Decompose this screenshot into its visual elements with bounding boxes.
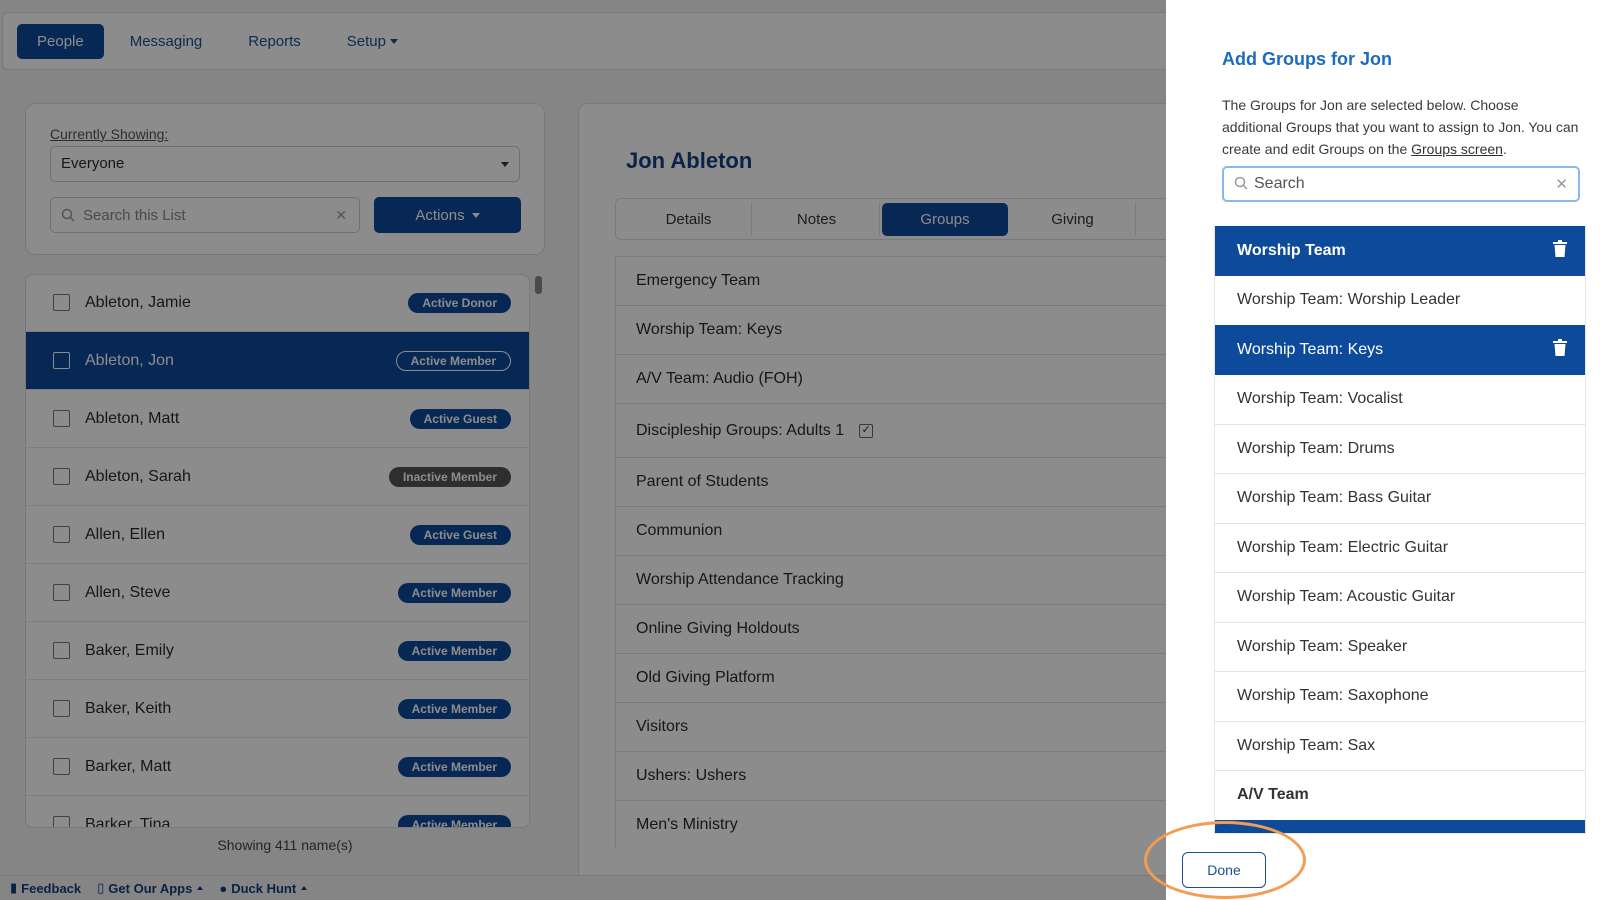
done-button[interactable]: Done [1182,852,1266,888]
group-option-label: Worship Team [1237,242,1346,259]
group-search-input[interactable]: Search ✕ [1222,166,1580,202]
add-groups-panel: Add Groups for Jon The Groups for Jon ar… [1166,0,1600,900]
group-option-label: Worship Team: Speaker [1237,637,1408,655]
group-option-label: Worship Team: Bass Guitar [1237,489,1432,506]
group-option[interactable]: Worship Team: Bass Guitar [1215,474,1585,524]
group-option-label: A/V Team [1237,786,1309,803]
group-option[interactable]: Worship Team: Keys [1215,325,1585,375]
group-option[interactable]: A/V Team [1215,771,1585,821]
group-search-placeholder: Search [1254,175,1305,192]
group-option[interactable]: Worship Team [1215,226,1585,276]
group-option-label: Worship Team: Worship Leader [1237,291,1461,308]
group-option[interactable] [1215,820,1585,833]
panel-description: The Groups for Jon are selected below. C… [1222,94,1582,160]
clear-icon[interactable]: ✕ [1555,175,1568,193]
group-select-list: Worship Team Worship Team: Worship Leader… [1214,226,1586,834]
group-option[interactable]: Worship Team: Drums [1215,424,1585,474]
search-icon [1234,176,1248,190]
groups-screen-link[interactable]: Groups screen [1411,141,1503,157]
group-option-label: Worship Team: Electric Guitar [1237,538,1449,556]
group-option-label: Worship Team: Keys [1237,341,1384,358]
group-option[interactable]: Worship Team: Speaker [1215,622,1585,672]
trash-icon[interactable] [1553,240,1567,257]
group-option[interactable]: Worship Team: Worship Leader [1215,276,1585,326]
panel-title: Add Groups for Jon [1222,49,1392,69]
group-option[interactable]: Worship Team: Acoustic Guitar [1215,573,1585,623]
trash-icon[interactable] [1553,339,1567,356]
group-option-label: Worship Team: Saxophone [1237,687,1429,704]
group-option[interactable]: Worship Team: Sax [1215,721,1585,771]
panel-desc-end: . [1502,141,1507,157]
group-option[interactable]: Worship Team: Saxophone [1215,672,1585,722]
group-option-label: Worship Team: Drums [1237,439,1395,457]
panel-desc-text: The Groups for Jon are selected below. C… [1222,97,1579,157]
group-option-label: Worship Team: Acoustic Guitar [1237,588,1456,605]
group-option-label: Worship Team: Sax [1237,736,1376,754]
group-option-label: Worship Team: Vocalist [1237,390,1403,407]
modal-backdrop[interactable] [0,0,1166,900]
group-option[interactable]: Worship Team: Electric Guitar [1215,523,1585,573]
group-option[interactable]: Worship Team: Vocalist [1215,375,1585,425]
